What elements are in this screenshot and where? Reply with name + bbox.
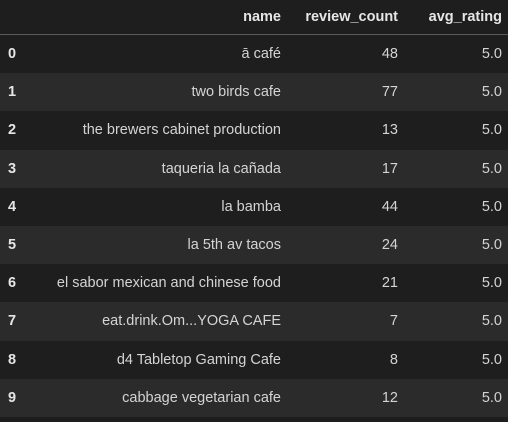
row-index: 4 bbox=[8, 198, 17, 215]
cell-avg-rating: 5.0 bbox=[481, 275, 502, 292]
row-index: 5 bbox=[8, 237, 17, 254]
cell-name: taqueria la cañada bbox=[161, 160, 281, 177]
row-index: 7 bbox=[8, 313, 17, 330]
table-row: 2 the brewers cabinet production 13 5.0 bbox=[0, 111, 508, 150]
table-body: 0 ā café 48 5.0 1 two birds cafe 77 5.0 … bbox=[0, 34, 508, 417]
index-column-header bbox=[0, 0, 20, 35]
table-row: 8 d4 Tabletop Gaming Cafe 8 5.0 bbox=[0, 340, 508, 379]
cell-name: ā café bbox=[241, 46, 282, 63]
cell-review-count: 77 bbox=[381, 84, 398, 101]
cell-name: la 5th av tacos bbox=[187, 237, 282, 254]
cell-name: two birds cafe bbox=[191, 84, 281, 101]
cell-avg-rating: 5.0 bbox=[481, 198, 502, 215]
table-header: name review_count avg_rating bbox=[0, 0, 508, 35]
cell-review-count: 8 bbox=[389, 351, 398, 368]
cell-name: d4 Tabletop Gaming Cafe bbox=[116, 351, 281, 368]
column-header-review-count: review_count bbox=[287, 0, 404, 35]
cell-avg-rating: 5.0 bbox=[481, 160, 502, 177]
row-index: 9 bbox=[8, 389, 17, 406]
row-index: 2 bbox=[8, 122, 17, 139]
dataframe-table: name review_count avg_rating 0 ā café 48… bbox=[0, 0, 508, 417]
row-index: 1 bbox=[8, 84, 17, 101]
row-index: 8 bbox=[8, 351, 17, 368]
row-index: 0 bbox=[8, 46, 17, 63]
table-row: 4 la bamba 44 5.0 bbox=[0, 187, 508, 226]
cell-review-count: 21 bbox=[381, 275, 398, 292]
cell-name: eat.drink.Om...YOGA CAFE bbox=[102, 313, 281, 330]
cell-review-count: 44 bbox=[381, 198, 398, 215]
cell-avg-rating: 5.0 bbox=[481, 351, 502, 368]
cell-avg-rating: 5.0 bbox=[481, 46, 502, 63]
table-row: 3 taqueria la cañada 17 5.0 bbox=[0, 149, 508, 188]
row-index: 3 bbox=[8, 160, 17, 177]
cell-name: el sabor mexican and chinese food bbox=[56, 275, 281, 292]
cell-review-count: 48 bbox=[381, 46, 398, 63]
table-row: 7 eat.drink.Om...YOGA CAFE 7 5.0 bbox=[0, 302, 508, 341]
cell-review-count: 24 bbox=[381, 237, 398, 254]
cell-avg-rating: 5.0 bbox=[481, 237, 502, 254]
row-index: 6 bbox=[8, 275, 17, 292]
cell-avg-rating: 5.0 bbox=[481, 389, 502, 406]
cell-review-count: 17 bbox=[381, 160, 398, 177]
cell-review-count: 7 bbox=[389, 313, 398, 330]
cell-name: la bamba bbox=[221, 198, 281, 215]
cell-avg-rating: 5.0 bbox=[481, 313, 502, 330]
header-row: name review_count avg_rating bbox=[0, 0, 508, 35]
cell-avg-rating: 5.0 bbox=[481, 84, 502, 101]
table-row: 6 el sabor mexican and chinese food 21 5… bbox=[0, 264, 508, 303]
cell-review-count: 13 bbox=[381, 122, 398, 139]
cell-name: the brewers cabinet production bbox=[82, 122, 281, 139]
cell-name: cabbage vegetarian cafe bbox=[122, 389, 281, 406]
cell-avg-rating: 5.0 bbox=[481, 122, 502, 139]
table-row: 5 la 5th av tacos 24 5.0 bbox=[0, 225, 508, 265]
table-row: 9 cabbage vegetarian cafe 12 5.0 bbox=[0, 378, 508, 417]
column-header-name: name bbox=[20, 0, 287, 35]
column-header-avg-rating: avg_rating bbox=[404, 0, 508, 35]
table-row: 0 ā café 48 5.0 bbox=[0, 34, 508, 74]
table-row: 1 two birds cafe 77 5.0 bbox=[0, 73, 508, 112]
cell-review-count: 12 bbox=[381, 389, 398, 406]
